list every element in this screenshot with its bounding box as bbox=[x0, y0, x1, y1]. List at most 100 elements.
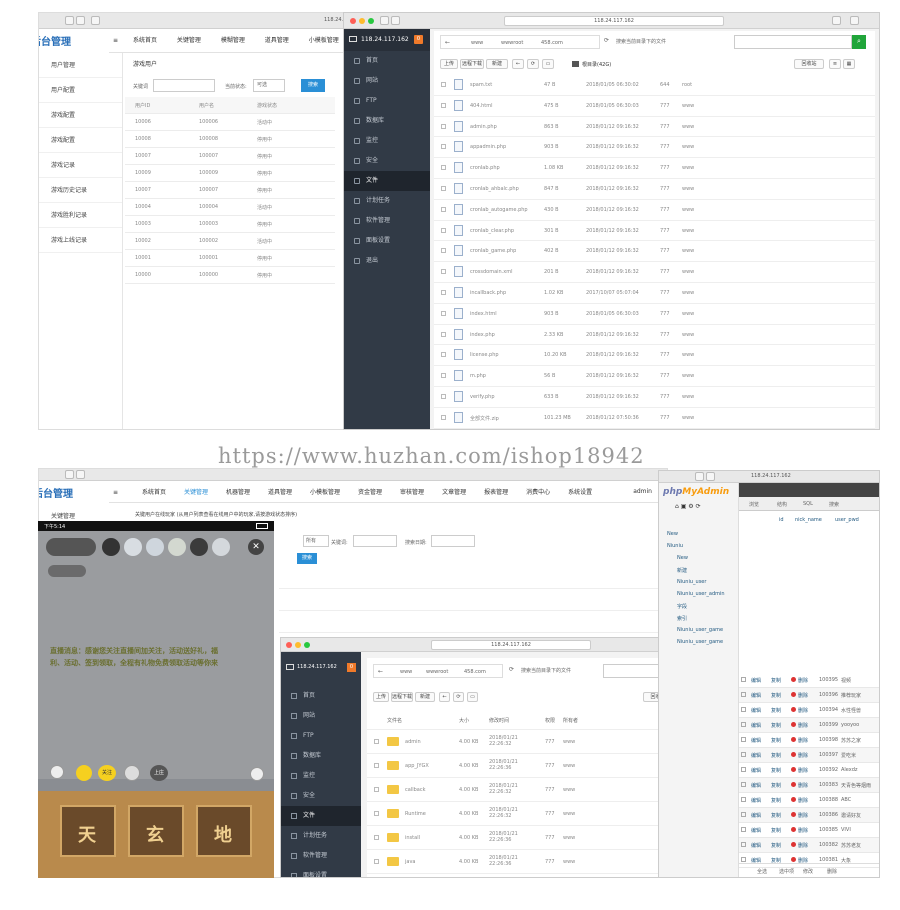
file-cell[interactable]: index.html bbox=[470, 311, 497, 317]
sidebar-toggle-button[interactable] bbox=[91, 16, 100, 25]
folder-cell[interactable]: Runtime bbox=[405, 811, 426, 817]
table-row[interactable]: 10000 100000 停用中 bbox=[125, 267, 335, 284]
refresh-icon[interactable]: ⟳ bbox=[604, 37, 609, 44]
row-checkbox[interactable] bbox=[374, 835, 379, 840]
close-icon[interactable]: ✕ bbox=[248, 539, 264, 555]
pma-quick-icons[interactable]: ⌂ ▣ ⚙ ⟳ bbox=[675, 503, 701, 510]
forward-button[interactable] bbox=[76, 16, 85, 25]
sidebar-item-1[interactable]: 用户配置 bbox=[39, 78, 122, 103]
pma-copy-link[interactable]: 复制 bbox=[771, 812, 781, 819]
grid-view-button[interactable]: ▦ bbox=[843, 59, 855, 69]
pma-edit-link[interactable]: 编辑 bbox=[751, 827, 761, 834]
sidebar-item-4[interactable]: 游戏记录 bbox=[39, 153, 122, 178]
table-row[interactable]: 10004 100004 活动中 bbox=[125, 199, 335, 216]
path-seg-2[interactable]: 458.com bbox=[541, 40, 563, 46]
file-row[interactable]: index.html 903 B 2018/01/05 06:30:03 777 www bbox=[434, 304, 875, 325]
file-cell[interactable]: 404.html bbox=[470, 103, 493, 109]
dialog-sidenav-item-6[interactable]: 文件 bbox=[281, 806, 361, 826]
path-seg-0[interactable]: www bbox=[471, 40, 483, 46]
dialog-path-seg-1[interactable]: wwwroot bbox=[426, 669, 448, 675]
alert-badge[interactable]: 0 bbox=[414, 35, 423, 44]
pma-delete-icon[interactable] bbox=[791, 737, 796, 742]
action-icon-gift[interactable] bbox=[76, 765, 92, 781]
nav-item-3[interactable]: 道具管理 bbox=[256, 29, 298, 53]
pma-delete-link[interactable]: 删除 bbox=[798, 752, 808, 759]
row-checkbox[interactable] bbox=[441, 123, 446, 129]
dialog-sidenav-item-9[interactable]: 面板设置 bbox=[281, 866, 361, 877]
pma-tab-0[interactable]: 浏览 bbox=[749, 501, 759, 508]
pma-edit-link[interactable]: 编辑 bbox=[751, 782, 761, 789]
bl-nav-item-2[interactable]: 机器管理 bbox=[217, 482, 259, 504]
bl-nav-item-0[interactable]: 系统首页 bbox=[133, 482, 175, 504]
row-checkbox[interactable] bbox=[374, 739, 379, 744]
pma-footer-0[interactable]: 全选 bbox=[757, 868, 767, 875]
pma-delete-link[interactable]: 删除 bbox=[798, 677, 808, 684]
share-icon[interactable] bbox=[250, 767, 264, 781]
recycle-button[interactable]: 回收站 bbox=[794, 59, 824, 69]
file-cell[interactable]: admin.php bbox=[470, 124, 497, 130]
pma-table-row[interactable]: 编辑 复制 删除 100394 水性怪兽 bbox=[739, 703, 879, 718]
row-checkbox[interactable] bbox=[441, 186, 446, 191]
pma-delete-icon[interactable] bbox=[791, 752, 796, 757]
pma-copy-link[interactable]: 复制 bbox=[771, 797, 781, 804]
pma-tree-item[interactable]: Niuniu_user bbox=[663, 579, 736, 591]
pma-delete-icon[interactable] bbox=[791, 842, 796, 847]
file-row[interactable]: admin.php 863 B 2018/01/12 09:16:32 777 www bbox=[434, 117, 875, 138]
folder-cell[interactable]: admin bbox=[405, 739, 421, 745]
viewer-avatar[interactable] bbox=[102, 538, 120, 556]
back-arrow-icon[interactable]: ← bbox=[378, 668, 383, 675]
pma-copy-link[interactable]: 复制 bbox=[771, 782, 781, 789]
pma-table-row[interactable]: 编辑 复制 删除 100382 苏苏老友 bbox=[739, 838, 879, 853]
file-cell[interactable]: appadmin.php bbox=[470, 144, 506, 150]
pma-checkbox[interactable] bbox=[741, 782, 746, 787]
viewer-avatar[interactable] bbox=[124, 538, 142, 556]
pma-table-row[interactable]: 编辑 复制 删除 100398 苏苏之家 bbox=[739, 733, 879, 748]
row-checkbox[interactable] bbox=[441, 248, 446, 254]
folder-cell[interactable]: java bbox=[405, 859, 415, 865]
nav-item-2[interactable]: 模糊管理 bbox=[212, 29, 254, 53]
pma-delete-link[interactable]: 删除 bbox=[798, 707, 808, 714]
bl-nav-item-6[interactable]: 审核管理 bbox=[391, 482, 433, 504]
file-cell[interactable]: cronlab.php bbox=[470, 165, 500, 171]
sidenav-item-3[interactable]: 数据库 bbox=[344, 111, 430, 131]
file-cell[interactable]: m.php bbox=[470, 373, 486, 379]
sidebar-item-3[interactable]: 游戏配置 bbox=[39, 128, 122, 153]
tabs-icon[interactable] bbox=[850, 16, 859, 25]
sidebar-item-6[interactable]: 游戏胜利记录 bbox=[39, 203, 122, 228]
pma-delete-icon[interactable] bbox=[791, 797, 796, 802]
dialog-back-button[interactable]: ← bbox=[439, 692, 450, 702]
table-row[interactable]: 10007 100007 停用中 bbox=[125, 182, 335, 199]
sidenav-item-0[interactable]: 首页 bbox=[344, 51, 430, 71]
row-checkbox[interactable] bbox=[374, 787, 379, 792]
row-checkbox[interactable] bbox=[441, 165, 446, 171]
file-cell[interactable]: verify.php bbox=[470, 394, 495, 400]
pma-table-row[interactable]: 编辑 复制 删除 100392 Alexdz bbox=[739, 763, 879, 778]
dialog-sidenav-item-2[interactable]: FTP bbox=[281, 726, 361, 746]
file-row[interactable]: 全部文件.zip 101.23 MB 2018/01/12 07:50:36 777 w… bbox=[434, 408, 875, 429]
row-checkbox[interactable] bbox=[441, 394, 446, 399]
path-seg-1[interactable]: wwwroot bbox=[501, 40, 523, 46]
file-cell[interactable]: cronlab_game.php bbox=[470, 248, 516, 254]
close-dot[interactable] bbox=[350, 18, 356, 24]
row-checkbox[interactable] bbox=[441, 144, 446, 150]
row-checkbox[interactable] bbox=[441, 206, 446, 212]
pma-edit-link[interactable]: 编辑 bbox=[751, 812, 761, 819]
back-button[interactable] bbox=[695, 472, 704, 481]
pma-edit-link[interactable]: 编辑 bbox=[751, 752, 761, 759]
minimize-dot[interactable] bbox=[359, 18, 365, 24]
dialog-download-button[interactable]: 远程下载 bbox=[391, 692, 413, 702]
bl-nav-item-9[interactable]: 消费中心 bbox=[517, 482, 559, 504]
bl-nav-item-10[interactable]: 系统设置 bbox=[559, 482, 601, 504]
viewer-avatar[interactable] bbox=[168, 538, 186, 556]
file-row[interactable]: 404.html 475 B 2018/01/05 06:30:03 777 www bbox=[434, 96, 875, 117]
row-checkbox[interactable] bbox=[374, 859, 379, 864]
pma-tree-item[interactable]: Niuniu_user_game bbox=[663, 639, 736, 651]
pma-table-row[interactable]: 编辑 复制 删除 100399 yooyoo bbox=[739, 718, 879, 733]
list-view-button[interactable]: ≡ bbox=[829, 59, 841, 69]
pma-copy-link[interactable]: 复制 bbox=[771, 842, 781, 849]
menu-icon[interactable]: ≡ bbox=[109, 482, 122, 504]
file-cell[interactable]: license.php bbox=[470, 352, 499, 358]
table-row[interactable]: 10002 100002 活动中 bbox=[125, 233, 335, 250]
pma-tab-1[interactable]: 结构 bbox=[777, 501, 787, 508]
table-row[interactable]: 10008 100008 停用中 bbox=[125, 131, 335, 148]
